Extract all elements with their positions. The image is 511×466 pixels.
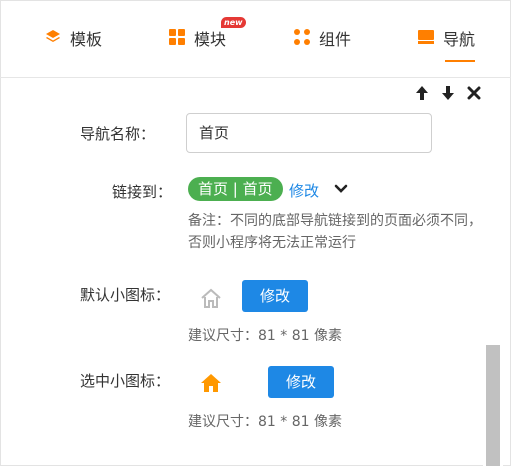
tab-label: 模板 (70, 30, 103, 49)
edit-link[interactable]: 修改 (289, 180, 319, 201)
tab-label: 导航 (443, 30, 476, 49)
layers-icon (44, 28, 62, 46)
tab-navigation[interactable]: 导航 (417, 26, 476, 62)
close-icon[interactable] (465, 84, 483, 102)
tab-module[interactable]: 模块 (168, 26, 226, 62)
link-note: 备注：不同的底部导航链接到的页面必须不同，否则小程序将无法正常运行 (188, 213, 482, 251)
selected-icon-label: 选中小图标： (80, 372, 171, 390)
home-filled-icon (198, 370, 224, 396)
grid-icon (168, 28, 186, 46)
nav-name-input[interactable]: 首页 (186, 113, 432, 153)
down-arrow-icon[interactable] (439, 84, 457, 102)
tab-component[interactable]: 组件 (293, 26, 351, 62)
up-arrow-icon[interactable] (413, 84, 431, 102)
dots-grid-icon (293, 28, 311, 46)
default-icon-hint: 建议尺寸：81 * 81 像素 (188, 328, 342, 344)
link-label: 链接到： (112, 183, 173, 201)
change-selected-icon-button[interactable]: 修改 (268, 366, 334, 398)
tab-bar: 模板 模块 new 组件 导航 (0, 0, 511, 78)
default-icon-label: 默认小图标： (80, 286, 171, 304)
tab-label: 组件 (319, 30, 352, 49)
tab-label: 模块 (194, 30, 227, 49)
change-default-icon-button[interactable]: 修改 (242, 280, 308, 312)
new-badge: new (221, 17, 246, 28)
nav-bar-icon (417, 28, 435, 46)
home-outline-icon (198, 285, 224, 311)
item-toolbar (413, 84, 483, 102)
tab-template[interactable]: 模板 (44, 26, 102, 62)
chevron-down-icon[interactable] (333, 181, 349, 197)
selected-icon-hint: 建议尺寸：81 * 81 像素 (188, 414, 342, 430)
active-tab-indicator (445, 60, 476, 62)
nav-name-label: 导航名称： (80, 125, 156, 143)
scrollbar-thumb[interactable] (486, 345, 500, 466)
link-target-tag: 首页 | 首页 (188, 177, 283, 201)
